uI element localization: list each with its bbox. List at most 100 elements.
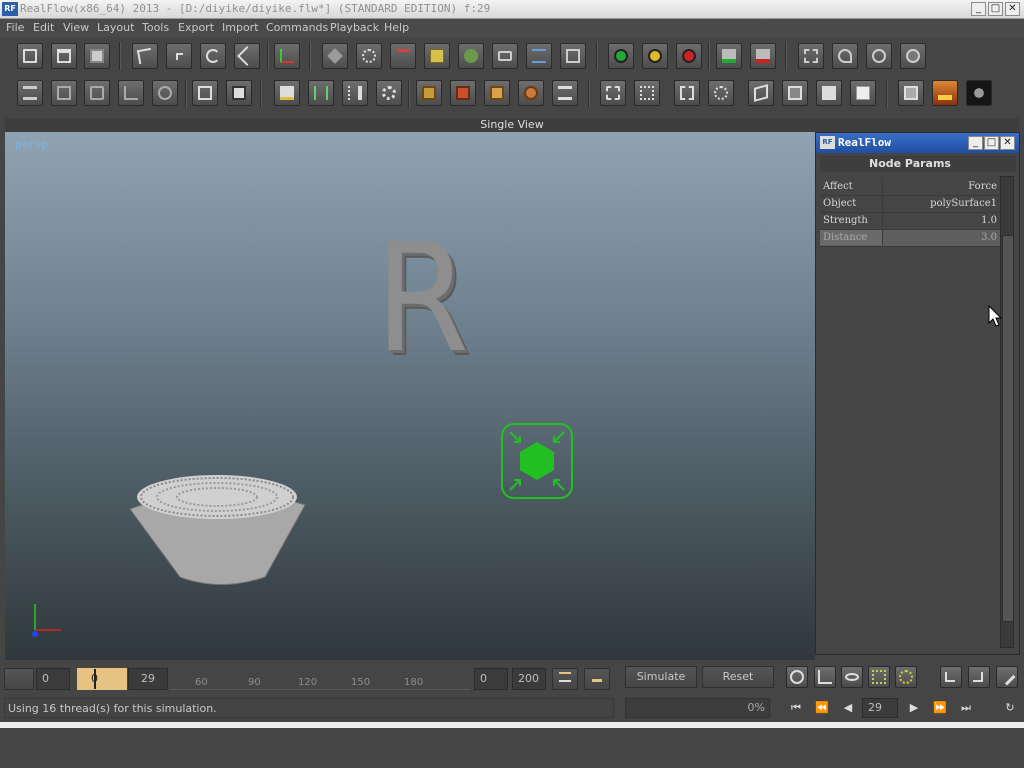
play-forward-button[interactable]: ▶ — [904, 700, 924, 716]
reset-button[interactable]: Reset — [702, 666, 774, 688]
new-scene-button[interactable] — [17, 43, 43, 69]
current-frame-indicator[interactable]: 0 — [77, 668, 127, 690]
menu-layout[interactable]: Layout — [97, 21, 134, 34]
cube-white-button[interactable] — [816, 80, 842, 106]
step-back-button[interactable]: ⏪ — [812, 700, 832, 716]
wrench-button[interactable] — [996, 666, 1018, 688]
add-emitter-button[interactable] — [322, 43, 348, 69]
range-lock-button[interactable] — [584, 668, 610, 690]
loop-toggle-button[interactable]: ↻ — [1000, 700, 1020, 716]
add-particles-button[interactable] — [356, 43, 382, 69]
pivot-button[interactable] — [118, 80, 144, 106]
texture-a-button[interactable] — [416, 80, 442, 106]
panel-scrollbar[interactable] — [1000, 176, 1014, 648]
goto-end-button[interactable]: ⏭ — [956, 700, 976, 716]
play-reverse-button[interactable]: ◀ — [838, 700, 858, 716]
box-view-button[interactable] — [192, 80, 218, 106]
keyframe-prev-button[interactable] — [940, 666, 962, 688]
3d-viewport[interactable]: persp R — [5, 132, 815, 660]
fire-button[interactable] — [932, 80, 958, 106]
param-row-object[interactable]: Object polySurface1 — [820, 196, 1000, 213]
texture-c-button[interactable] — [484, 80, 510, 106]
text-object-r[interactable]: R — [375, 224, 469, 374]
rotate-tool-button[interactable] — [200, 43, 226, 69]
star-cage-button[interactable] — [634, 80, 660, 106]
attractor-daemon[interactable] — [500, 422, 574, 500]
cube-grey-button[interactable] — [782, 80, 808, 106]
add-wave-button[interactable] — [526, 43, 552, 69]
green-state-button[interactable] — [608, 43, 634, 69]
menu-export[interactable]: Export — [178, 21, 214, 34]
red-state-button[interactable] — [676, 43, 702, 69]
snap-button[interactable] — [51, 80, 77, 106]
sparkle-a-button[interactable] — [868, 666, 890, 688]
goto-start-button[interactable]: ⏮ — [786, 700, 806, 716]
texture-d-button[interactable] — [518, 80, 544, 106]
cube-wire-button[interactable] — [748, 80, 774, 106]
range-start-field[interactable]: 0 — [474, 668, 508, 690]
panel-close-button[interactable]: ✕ — [1000, 136, 1015, 150]
curve-tool-button[interactable] — [832, 43, 858, 69]
export-button[interactable] — [274, 80, 300, 106]
save-state-red-button[interactable] — [750, 43, 776, 69]
timeline-options-button[interactable] — [4, 668, 34, 690]
param-row-affect[interactable]: Affect Force — [820, 179, 1000, 196]
lasso-button[interactable] — [152, 80, 178, 106]
panel-minimize-button[interactable]: _ — [968, 136, 983, 150]
frame-button[interactable] — [674, 80, 700, 106]
timeline-ruler[interactable] — [170, 668, 470, 690]
dna-button[interactable] — [308, 80, 334, 106]
maximize-button[interactable]: □ — [988, 2, 1003, 16]
eye-toggle-button[interactable] — [786, 666, 808, 688]
yellow-state-button[interactable] — [642, 43, 668, 69]
shaded-view-button[interactable] — [226, 80, 252, 106]
param-value[interactable]: 1.0 — [981, 215, 997, 226]
param-value[interactable]: polySurface1 — [930, 198, 997, 209]
texture-b-button[interactable] — [450, 80, 476, 106]
add-camera-button[interactable] — [492, 43, 518, 69]
scale-tool-button[interactable] — [234, 43, 260, 69]
current-frame-field[interactable]: 29 — [128, 668, 168, 690]
panel-maximize-button[interactable]: □ — [984, 136, 999, 150]
select-tool-button[interactable] — [132, 43, 158, 69]
minimize-button[interactable]: _ — [971, 2, 986, 16]
explode-button[interactable] — [708, 80, 734, 106]
sparkle-b-button[interactable] — [895, 666, 917, 688]
menu-help[interactable]: Help — [384, 21, 409, 34]
add-mesh-button[interactable] — [458, 43, 484, 69]
step-forward-button[interactable]: ⏩ — [930, 700, 950, 716]
particle-grid-button[interactable] — [376, 80, 402, 106]
menu-playback[interactable]: Playback — [330, 21, 379, 34]
align-button[interactable] — [84, 80, 110, 106]
open-scene-button[interactable] — [51, 43, 77, 69]
start-frame-field[interactable]: 0 — [36, 668, 70, 690]
hourglass-button[interactable] — [552, 80, 578, 106]
param-row-strength[interactable]: Strength 1.0 — [820, 213, 1000, 230]
param-value[interactable]: Force — [968, 181, 997, 192]
bowl-object[interactable] — [125, 467, 315, 592]
add-object-button[interactable] — [424, 43, 450, 69]
menu-tools[interactable]: Tools — [142, 21, 169, 34]
render-button[interactable] — [898, 80, 924, 106]
menu-view[interactable]: View — [63, 21, 89, 34]
range-fit-button[interactable] — [552, 668, 578, 690]
globe-button[interactable] — [900, 43, 926, 69]
save-state-green-button[interactable] — [716, 43, 742, 69]
menu-file[interactable]: File — [6, 21, 24, 34]
close-button[interactable]: ✕ — [1005, 2, 1020, 16]
simulate-button[interactable]: Simulate — [625, 666, 697, 688]
param-value[interactable]: 3.0 — [981, 232, 997, 243]
script-run-button[interactable] — [798, 43, 824, 69]
add-rigid-body-button[interactable] — [560, 43, 586, 69]
graph-button[interactable] — [814, 666, 836, 688]
timeline-playhead[interactable] — [94, 669, 96, 689]
cube-solid-button[interactable] — [850, 80, 876, 106]
axis-tool-button[interactable] — [274, 43, 300, 69]
menu-commands[interactable]: Commands — [266, 21, 328, 34]
layer-button[interactable] — [17, 80, 43, 106]
keyframe-next-button[interactable] — [968, 666, 990, 688]
menu-edit[interactable]: Edit — [33, 21, 54, 34]
ruler-button[interactable] — [342, 80, 368, 106]
param-row-distance[interactable]: Distance 3.0 — [820, 230, 1000, 247]
dark-render-button[interactable] — [966, 80, 992, 106]
